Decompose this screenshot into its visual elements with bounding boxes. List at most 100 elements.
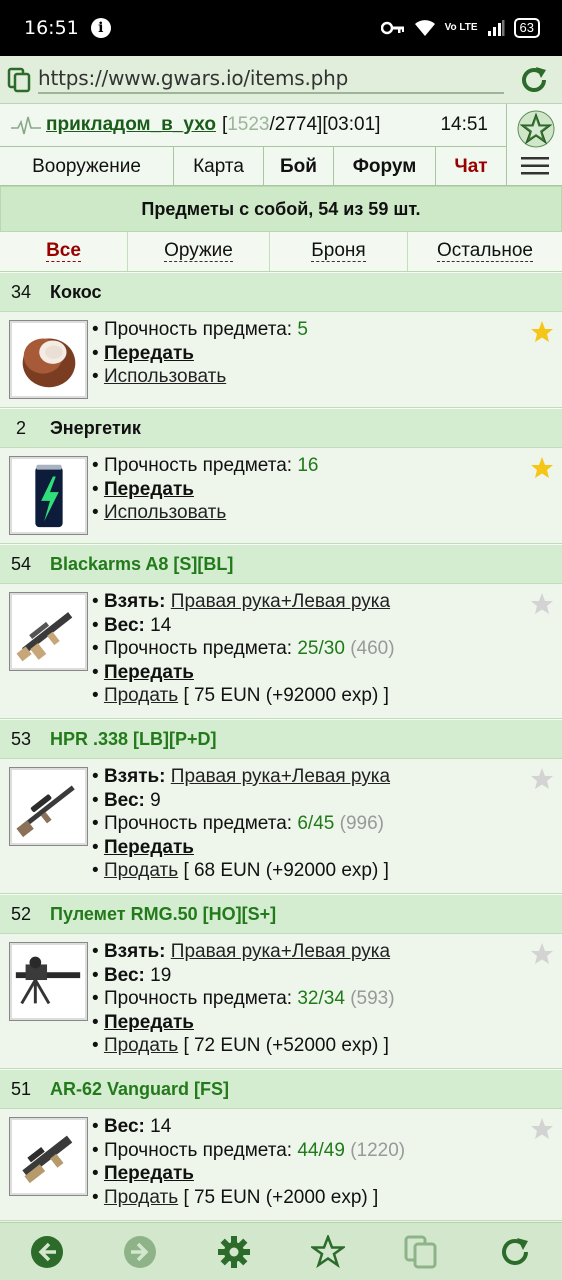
key-icon [380, 21, 404, 35]
item-quantity: 51 [10, 1078, 32, 1099]
sell-price: [ 75 EUN (+92000 exp) ] [183, 685, 389, 706]
settings-button[interactable] [216, 1234, 252, 1270]
nav-map[interactable]: Карта [174, 147, 264, 186]
nav-battle[interactable]: Бой [264, 147, 334, 186]
game-header: прикладом_в_ухо [1523/2774][03:01] 14:51… [0, 104, 562, 186]
item-details: Взять: Правая рука+Левая рука Вес: 9 Про… [0, 759, 562, 894]
server-clock: 14:51 [440, 114, 488, 135]
menu-icon[interactable] [521, 156, 549, 176]
sniper-rifle-image [9, 767, 88, 846]
item-name[interactable]: Blackarms A8 [S][BL] [50, 554, 233, 575]
filter-other[interactable]: Остальное [408, 232, 562, 271]
transfer-link[interactable]: Передать [104, 1163, 194, 1184]
main-nav: Вооружение Карта Бой Форум Чат [0, 146, 506, 186]
durability-value: 44/49 [297, 1139, 345, 1161]
sell-link[interactable]: Продать [104, 1035, 178, 1056]
nav-chat[interactable]: Чат [436, 147, 506, 186]
tabs-button[interactable] [403, 1234, 439, 1270]
take-hands-link[interactable]: Правая рука+Левая рука [171, 941, 390, 962]
item-details: Взять: Правая рука+Левая рука Вес: 14 Пр… [0, 584, 562, 719]
reload-icon [502, 1237, 529, 1265]
filter-all[interactable]: Все [0, 232, 128, 271]
sell-link[interactable]: Продать [104, 860, 178, 881]
durability-line: Прочность предмета: 5 [92, 318, 562, 342]
sell-price: [ 75 EUN (+2000 exp) ] [183, 1186, 379, 1208]
item-header: 53 HPR .338 [LB][P+D] [0, 719, 562, 759]
star-icon[interactable] [530, 456, 554, 480]
filter-armor[interactable]: Броня [270, 232, 408, 271]
filter-weapons[interactable]: Оружие [128, 232, 270, 271]
back-button[interactable] [29, 1234, 65, 1270]
star-icon[interactable] [530, 767, 554, 791]
reload-icon[interactable] [518, 64, 550, 96]
item-quantity: 54 [10, 553, 32, 574]
durability-value: 16 [297, 455, 319, 476]
durability-line: Прочность предмета: 32/34 (593) [92, 987, 562, 1011]
wifi-icon [414, 20, 435, 36]
star-outline-icon [310, 1234, 345, 1268]
sell-link[interactable]: Продать [104, 1187, 178, 1208]
browser-address-bar: https://www.gwars.io/items.php [0, 56, 562, 104]
tabs-icon[interactable] [7, 67, 33, 93]
nav-forum[interactable]: Форум [334, 147, 436, 186]
item-details: Прочность предмета: 5 Передать Использов… [0, 312, 562, 408]
coconut-image [9, 320, 88, 399]
transfer-link[interactable]: Передать [104, 662, 194, 683]
header-side-panel [506, 104, 562, 186]
info-icon: i [90, 18, 111, 38]
star-icon[interactable] [530, 320, 554, 344]
url-field[interactable]: https://www.gwars.io/items.php [38, 66, 504, 94]
forward-button[interactable] [122, 1234, 158, 1270]
item-header: 34 Кокос [0, 272, 562, 312]
weight-value: 19 [150, 964, 172, 986]
durability-extra: (996) [339, 813, 384, 834]
filter-tabs: Все Оружие Броня Остальное [0, 232, 562, 272]
durability-value: 5 [297, 319, 308, 340]
take-hands-link[interactable]: Правая рука+Левая рука [171, 591, 390, 612]
use-link[interactable]: Использовать [104, 502, 226, 523]
durability-value: 25/30 [297, 638, 345, 659]
transfer-link[interactable]: Передать [104, 1012, 194, 1033]
sell-line: Продать [ 72 EUN (+52000 exp) ] [92, 1034, 562, 1058]
transfer-link[interactable]: Передать [104, 837, 194, 858]
items-page: Предметы с собой, 54 из 59 шт. Все Оружи… [0, 186, 562, 1222]
nav-weapons[interactable]: Вооружение [0, 147, 174, 186]
durability-extra: (1220) [350, 1139, 406, 1161]
sell-link[interactable]: Продать [104, 685, 178, 706]
item-name[interactable]: AR-62 Vanguard [FS] [50, 1079, 229, 1100]
weight-line: Вес: 19 [92, 964, 562, 988]
use-link[interactable]: Использовать [104, 366, 226, 387]
reload-button[interactable] [497, 1234, 533, 1270]
player-nickname[interactable]: прикладом_в_ухо [46, 114, 216, 136]
hp-current: 1523 [227, 114, 270, 135]
item-name[interactable]: HPR .338 [LB][P+D] [50, 729, 217, 750]
star-icon[interactable] [530, 592, 554, 616]
battery-level: 63 [513, 18, 540, 38]
tabs-icon [404, 1235, 437, 1268]
take-line: Взять: Правая рука+Левая рука [92, 765, 562, 789]
sell-line: Продать [ 75 EUN (+2000 exp) ] [92, 1186, 562, 1210]
weight-line: Вес: 9 [92, 789, 562, 813]
energy-drink-image [9, 456, 88, 535]
signal-icon [487, 20, 505, 36]
forward-arrow-icon [124, 1235, 157, 1268]
take-line: Взять: Правая рука+Левая рука [92, 590, 562, 614]
item-quantity: 53 [10, 728, 32, 749]
star-icon[interactable] [530, 1117, 554, 1141]
durability-extra: (593) [350, 988, 395, 1009]
transfer-link[interactable]: Передать [104, 343, 194, 364]
durability-line: Прочность предмета: 25/30 (460) [92, 637, 562, 661]
machine-gun-image [9, 942, 88, 1021]
durability-value: 6/45 [297, 813, 335, 834]
bookmark-button[interactable] [310, 1234, 346, 1270]
weight-value: 9 [150, 789, 161, 811]
status-icons: Vo LTE 63 [380, 18, 540, 38]
sell-price: [ 68 EUN (+92000 exp) ] [183, 860, 389, 881]
item-name[interactable]: Пулемет RMG.50 [HO][S+] [50, 904, 276, 925]
star-icon[interactable] [530, 942, 554, 966]
transfer-link[interactable]: Передать [104, 479, 194, 500]
items-summary: Предметы с собой, 54 из 59 шт. [0, 186, 562, 232]
player-stats: [1523/2774][03:01] [221, 114, 381, 135]
take-hands-link[interactable]: Правая рука+Левая рука [171, 766, 390, 787]
army-star-icon[interactable] [517, 110, 555, 148]
